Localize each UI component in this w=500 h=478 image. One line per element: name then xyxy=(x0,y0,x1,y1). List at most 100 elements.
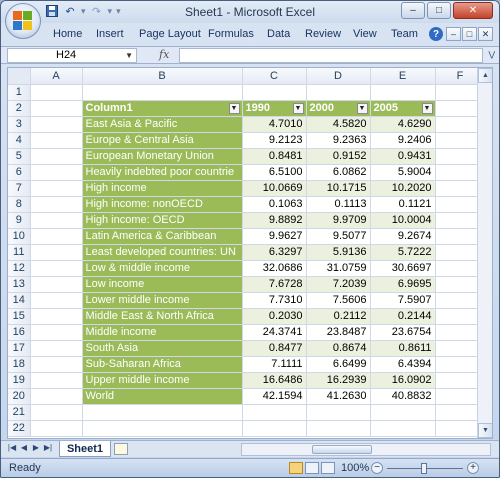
filter-dropdown-icon[interactable]: ▼ xyxy=(356,102,368,114)
cell-a15[interactable] xyxy=(30,308,83,325)
column-header-d[interactable]: D xyxy=(306,68,371,85)
worksheet-grid[interactable]: A B C D E F 1 2 Column1 ▼ 1990 ▼ 2000 ▼ 2005 ▼ 3 East Asi… xyxy=(7,67,493,439)
cell-d19[interactable]: 16.2939 xyxy=(306,372,371,389)
chevron-down-icon[interactable]: ▼ xyxy=(125,49,133,62)
cell-b2[interactable]: Column1 ▼ xyxy=(82,100,243,117)
cell-b14[interactable]: Lower middle income xyxy=(82,292,243,309)
cell-e3[interactable]: 4.6290 xyxy=(370,116,436,133)
cell-c14[interactable]: 7.7310 xyxy=(242,292,307,309)
cell-a8[interactable] xyxy=(30,196,83,213)
row-header-13[interactable]: 13 xyxy=(8,276,31,293)
cell-b6[interactable]: Heavily indebted poor countrie xyxy=(82,164,243,181)
cell-e4[interactable]: 9.2406 xyxy=(370,132,436,149)
redo-icon[interactable]: ↷ xyxy=(90,4,104,18)
insert-sheet-icon[interactable] xyxy=(114,443,128,455)
cell-e14[interactable]: 7.5907 xyxy=(370,292,436,309)
cell-a21[interactable] xyxy=(30,404,83,421)
cell-d15[interactable]: 0.2112 xyxy=(306,308,371,325)
first-sheet-icon[interactable]: |◀ xyxy=(7,443,17,452)
cell-d17[interactable]: 0.8674 xyxy=(306,340,371,357)
column-header-a[interactable]: A xyxy=(30,68,83,85)
filter-dropdown-icon[interactable]: ▼ xyxy=(421,102,433,114)
expand-formula-bar-icon[interactable]: ⋁ xyxy=(488,50,495,59)
cell-b22[interactable] xyxy=(82,420,243,437)
row-header-8[interactable]: 8 xyxy=(8,196,31,213)
cell-d9[interactable]: 9.9709 xyxy=(306,212,371,229)
restore-button[interactable]: □ xyxy=(427,2,451,19)
cell-b11[interactable]: Least developed countries: UN xyxy=(82,244,243,261)
cell-d21[interactable] xyxy=(306,404,371,421)
cell-a10[interactable] xyxy=(30,228,83,245)
cell-a6[interactable] xyxy=(30,164,83,181)
cell-e15[interactable]: 0.2144 xyxy=(370,308,436,325)
undo-icon[interactable]: ↶ xyxy=(63,4,77,18)
page-break-view-icon[interactable] xyxy=(321,462,335,474)
row-header-5[interactable]: 5 xyxy=(8,148,31,165)
row-header-18[interactable]: 18 xyxy=(8,356,31,373)
cell-b17[interactable]: South Asia xyxy=(82,340,243,357)
cell-a4[interactable] xyxy=(30,132,83,149)
row-header-16[interactable]: 16 xyxy=(8,324,31,341)
horizontal-scrollbar[interactable] xyxy=(241,443,491,456)
zoom-in-button[interactable]: + xyxy=(467,462,479,474)
tab-team[interactable]: Team xyxy=(391,28,418,40)
tab-view[interactable]: View xyxy=(353,28,377,40)
cell-b21[interactable] xyxy=(82,404,243,421)
cell-c1[interactable] xyxy=(242,84,307,101)
cell-b5[interactable]: European Monetary Union xyxy=(82,148,243,165)
cell-b15[interactable]: Middle East & North Africa xyxy=(82,308,243,325)
cell-c21[interactable] xyxy=(242,404,307,421)
cell-e18[interactable]: 6.4394 xyxy=(370,356,436,373)
cell-d12[interactable]: 31.0759 xyxy=(306,260,371,277)
cell-d4[interactable]: 9.2363 xyxy=(306,132,371,149)
page-layout-view-icon[interactable] xyxy=(305,462,319,474)
last-sheet-icon[interactable]: ▶| xyxy=(43,443,53,452)
row-header-15[interactable]: 15 xyxy=(8,308,31,325)
cell-e5[interactable]: 0.9431 xyxy=(370,148,436,165)
row-header-1[interactable]: 1 xyxy=(8,84,31,101)
cell-d20[interactable]: 41.2630 xyxy=(306,388,371,405)
cell-a18[interactable] xyxy=(30,356,83,373)
cell-b4[interactable]: Europe & Central Asia xyxy=(82,132,243,149)
tab-home[interactable]: Home xyxy=(53,28,82,40)
row-header-12[interactable]: 12 xyxy=(8,260,31,277)
cell-b13[interactable]: Low income xyxy=(82,276,243,293)
cell-d3[interactable]: 4.5820 xyxy=(306,116,371,133)
cell-a5[interactable] xyxy=(30,148,83,165)
cell-a11[interactable] xyxy=(30,244,83,261)
cell-e1[interactable] xyxy=(370,84,436,101)
cell-d13[interactable]: 7.2039 xyxy=(306,276,371,293)
cell-e13[interactable]: 6.9695 xyxy=(370,276,436,293)
cell-a20[interactable] xyxy=(30,388,83,405)
name-box[interactable]: H24 ▼ xyxy=(7,48,137,63)
tab-formulas[interactable]: Formulas xyxy=(208,28,254,40)
vertical-scrollbar[interactable]: ▲ ▼ xyxy=(477,68,492,438)
close-button[interactable]: ✕ xyxy=(453,2,493,19)
cell-e20[interactable]: 40.8832 xyxy=(370,388,436,405)
row-header-22[interactable]: 22 xyxy=(8,420,31,437)
row-header-17[interactable]: 17 xyxy=(8,340,31,357)
cell-d11[interactable]: 5.9136 xyxy=(306,244,371,261)
cell-c8[interactable]: 0.1063 xyxy=(242,196,307,213)
cell-c2[interactable]: 1990 ▼ xyxy=(242,100,307,117)
cell-e11[interactable]: 5.7222 xyxy=(370,244,436,261)
cell-e19[interactable]: 16.0902 xyxy=(370,372,436,389)
tab-data[interactable]: Data xyxy=(267,28,290,40)
cell-a13[interactable] xyxy=(30,276,83,293)
cell-d1[interactable] xyxy=(306,84,371,101)
cell-e16[interactable]: 23.6754 xyxy=(370,324,436,341)
save-icon[interactable] xyxy=(45,4,59,18)
cell-a14[interactable] xyxy=(30,292,83,309)
zoom-level[interactable]: 100% xyxy=(341,462,369,474)
cell-b1[interactable] xyxy=(82,84,243,101)
cell-d10[interactable]: 9.5077 xyxy=(306,228,371,245)
row-header-7[interactable]: 7 xyxy=(8,180,31,197)
cell-c13[interactable]: 7.6728 xyxy=(242,276,307,293)
cell-c20[interactable]: 42.1594 xyxy=(242,388,307,405)
next-sheet-icon[interactable]: ▶ xyxy=(31,443,41,452)
cell-b8[interactable]: High income: nonOECD xyxy=(82,196,243,213)
cell-a7[interactable] xyxy=(30,180,83,197)
workbook-close-button[interactable]: ✕ xyxy=(478,27,493,41)
cell-c10[interactable]: 9.9627 xyxy=(242,228,307,245)
cell-c16[interactable]: 24.3741 xyxy=(242,324,307,341)
